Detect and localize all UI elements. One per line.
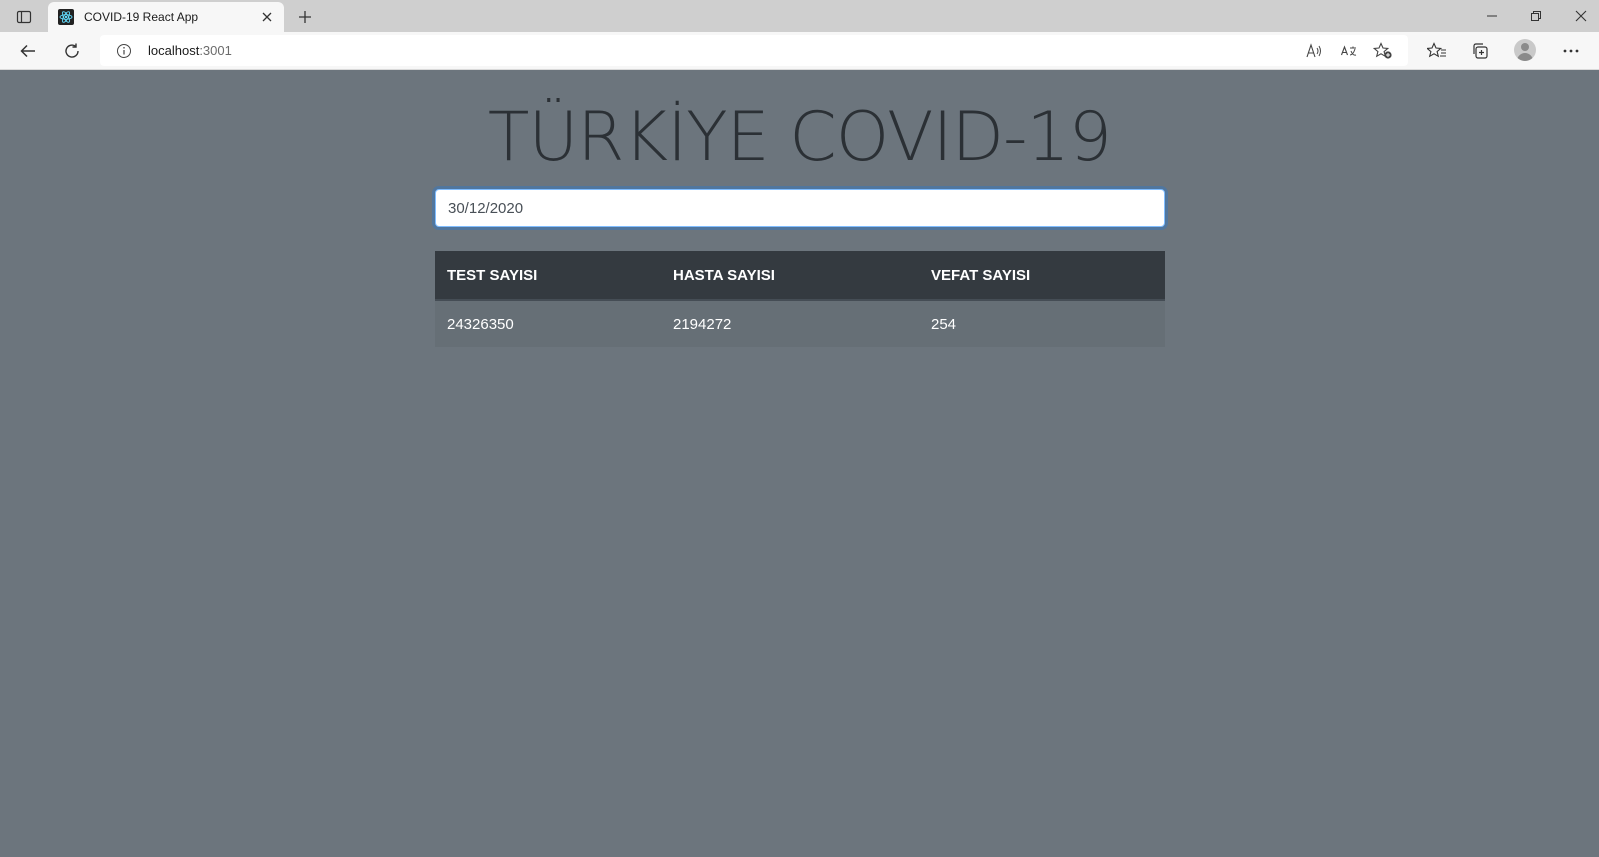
restore-icon[interactable]: [1524, 5, 1548, 27]
cell-death-count: 254: [931, 315, 957, 333]
refresh-icon[interactable]: [59, 39, 85, 63]
close-icon[interactable]: [258, 8, 276, 26]
more-icon[interactable]: [1558, 39, 1584, 63]
url-text[interactable]: localhost:3001: [148, 43, 232, 58]
cell-case-count: 2194272: [673, 315, 732, 333]
date-input[interactable]: [435, 189, 1165, 227]
tab-title: COVID-19 React App: [84, 10, 199, 24]
plus-icon[interactable]: [294, 6, 316, 28]
header-case-count: HASTA SAYISI: [661, 251, 919, 301]
browser-tab[interactable]: COVID-19 React App: [48, 2, 284, 32]
browser-toolbar: localhost:3001: [0, 32, 1599, 70]
react-favicon-icon: [58, 9, 74, 25]
header-death-count: VEFAT SAYISI: [919, 251, 1165, 301]
profile-avatar[interactable]: [1514, 39, 1536, 61]
table-header-row: TEST SAYISI HASTA SAYISI VEFAT SAYISI: [435, 251, 1165, 301]
window-close-icon[interactable]: [1569, 5, 1593, 27]
page-title: TÜRKİYE COVID-19: [487, 98, 1112, 177]
add-favorite-icon[interactable]: [1372, 40, 1394, 62]
back-arrow-icon[interactable]: [15, 39, 41, 63]
favorites-icon[interactable]: [1424, 39, 1450, 63]
collections-icon[interactable]: [1467, 39, 1493, 63]
tab-actions-icon[interactable]: [10, 6, 38, 28]
url-host: localhost: [148, 43, 200, 58]
info-icon[interactable]: [116, 43, 132, 59]
header-test-count: TEST SAYISI: [435, 251, 661, 301]
tab-bar: COVID-19 React App: [0, 0, 1599, 32]
url-port: :3001: [199, 43, 232, 58]
minimize-icon[interactable]: [1480, 5, 1504, 27]
table-row: 24326350 2194272 254: [435, 300, 1165, 347]
page-content: TÜRKİYE COVID-19 TEST SAYISI HASTA SAYIS…: [0, 70, 1599, 857]
address-bar[interactable]: localhost:3001: [100, 35, 1408, 66]
read-aloud-icon[interactable]: [1303, 40, 1325, 62]
translate-icon[interactable]: [1338, 40, 1360, 62]
cell-test-count: 24326350: [447, 315, 514, 333]
stats-table: TEST SAYISI HASTA SAYISI VEFAT SAYISI 24…: [435, 251, 1165, 347]
